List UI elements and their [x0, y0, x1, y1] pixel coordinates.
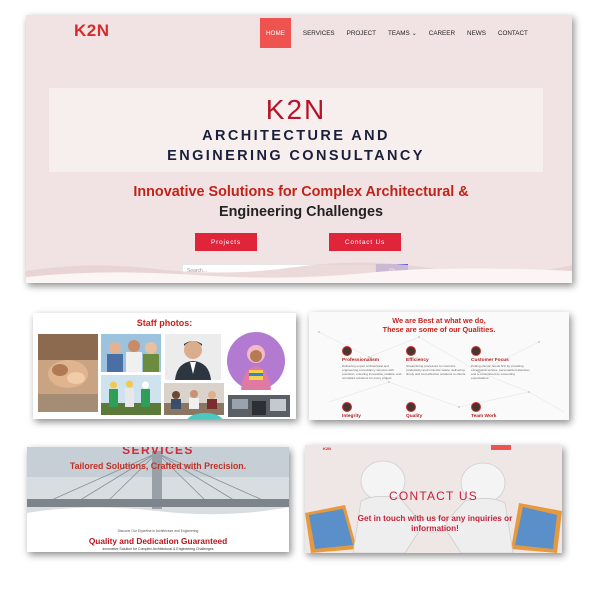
workspace-photo: [228, 395, 290, 417]
nav-news[interactable]: NEWS: [467, 18, 486, 48]
services-screenshot: SERVICES Tailored Solutions, Crafted wit…: [27, 447, 289, 552]
hero-screenshot: K2N HOME SERVICES PROJECT TEAMS ⌄ CAREER…: [26, 15, 572, 283]
quality-item-efficiency: Efficiency Streamlining processes to max…: [406, 346, 468, 376]
hero-title-box: K2N ARCHITECTURE AND ENGINERING CONSULTA…: [49, 88, 543, 172]
nav-home[interactable]: HOME: [260, 18, 291, 48]
brand-title: K2N: [265, 94, 327, 125]
main-nav: HOME SERVICES PROJECT TEAMS ⌄ CAREER NEW…: [260, 18, 540, 48]
businessman-portrait-photo: [165, 334, 221, 380]
nav-contact[interactable]: CONTACT: [498, 18, 528, 48]
quality-icon: [406, 402, 416, 412]
integrity-icon: [342, 402, 352, 412]
quality-description: Streamlining processes to maximize produ…: [406, 364, 467, 376]
quality-description: Delivering expert architectural and engi…: [342, 364, 402, 380]
hero-wave: [26, 262, 572, 283]
customer-focus-icon: [471, 346, 481, 356]
mini-logo[interactable]: K2N: [323, 446, 331, 451]
nav-teams-label: TEAMS: [388, 29, 410, 37]
services-discover-text: Discover Our Expertise in Architecture a…: [117, 529, 199, 533]
chevron-down-icon: ⌄: [411, 30, 417, 37]
quality-item-integrity: Integrity: [342, 402, 404, 419]
mini-nav-active[interactable]: [491, 445, 511, 450]
nav-career[interactable]: CAREER: [429, 18, 455, 48]
quality-title: Quality: [406, 414, 423, 419]
site-logo[interactable]: K2N: [74, 21, 110, 41]
efficiency-icon: [406, 346, 416, 356]
tagline-line-1: Innovative Solutions for Complex Archite…: [133, 184, 469, 200]
handshake-figures-illustration: [305, 460, 562, 553]
quality-title: Efficiency: [406, 358, 429, 363]
services-innovative-text: Innovative Solution for Complex Architec…: [102, 547, 214, 551]
tagline-line-2: Engineering Challenges: [219, 204, 383, 220]
services-heading: SERVICES: [122, 447, 194, 457]
hero-tagline: Innovative Solutions for Complex Archite…: [86, 182, 516, 222]
contact-text: Get in touch with us for any inquiries o…: [357, 514, 513, 533]
team-meeting-photo: [101, 334, 161, 372]
nav-project[interactable]: PROJECT: [347, 18, 376, 48]
qualities-heading-line-1: We are Best at what we do,: [392, 316, 486, 325]
services-tagline: Tailored Solutions, Crafted with Precisi…: [69, 461, 247, 471]
team-work-icon: [471, 402, 481, 412]
quality-item-professionalism: Professionalism Delivering expert archit…: [342, 346, 404, 380]
quality-item-customer-focus: Customer Focus Putting clients' needs fi…: [471, 346, 533, 380]
contact-title: CONTACT US: [389, 489, 478, 503]
projects-button[interactable]: Projects: [195, 233, 257, 251]
bridge-background-image: [27, 447, 289, 527]
contact-screenshot: K2N CONTACT US Get in touch with us for …: [305, 445, 562, 553]
teal-circle-decoration: [187, 413, 223, 419]
quality-heading: Quality and Dedication Guaranteed: [88, 536, 228, 546]
nav-services[interactable]: SERVICES: [303, 18, 335, 48]
quality-title: Customer Focus: [471, 358, 509, 363]
quality-description: Putting clients' needs first by providin…: [471, 364, 531, 380]
subtitle-line-1: ARCHITECTURE AND: [202, 128, 390, 144]
teamwork-hands-photo: [38, 334, 98, 412]
qualities-screenshot: We are Best at what we do, These are som…: [309, 312, 569, 420]
nav-teams[interactable]: TEAMS ⌄: [388, 18, 417, 48]
woman-with-books-photo: [227, 332, 285, 390]
quality-item-team-work: Team Work: [471, 402, 533, 419]
construction-workers-photo: [101, 375, 161, 415]
quality-title: Team Work: [471, 414, 497, 419]
contact-us-button[interactable]: Contact Us: [329, 233, 401, 251]
quality-item-quality: Quality: [406, 402, 468, 419]
subtitle-line-2: ENGINERING CONSULTANCY: [167, 148, 425, 164]
staff-photos-screenshot: Staff photos:: [33, 313, 296, 419]
staff-heading: Staff photos:: [136, 318, 193, 328]
quality-title: Integrity: [342, 414, 361, 419]
qualities-heading-line-2: These are some of our Qualities.: [382, 325, 496, 334]
professionalism-icon: [342, 346, 352, 356]
quality-title: Professionalism: [342, 358, 380, 363]
